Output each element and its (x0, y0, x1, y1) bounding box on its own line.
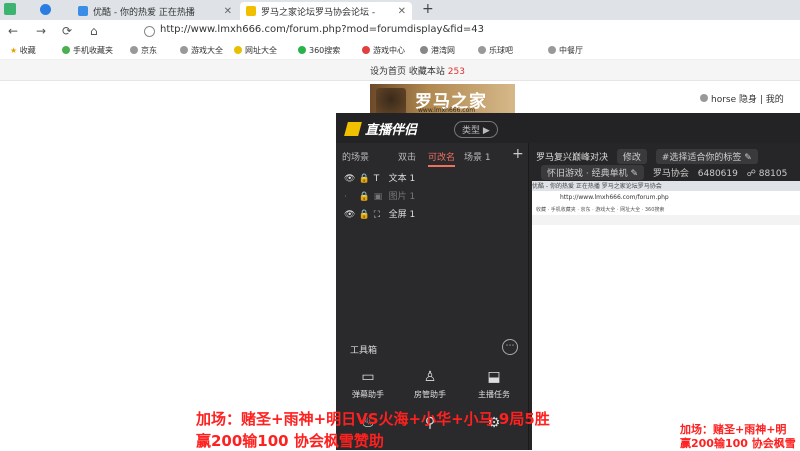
viewer-count: ☍ 88105 (746, 169, 788, 179)
bookmark-item[interactable]: 游戏大全 (180, 45, 223, 56)
preview-site-bar (532, 215, 800, 225)
overlay-caption-line1: 加场：赌圣+雨神+明日VS火海+小华+小马 9局5胜 (196, 410, 550, 428)
forward-button[interactable]: → (36, 24, 46, 38)
preview-bookmarks: 收藏 · 手机收藏夹 · 京东 · 游戏大全 · 网址大全 · 360搜索 (536, 207, 665, 213)
tab-renamable[interactable]: 可改名 (428, 150, 456, 167)
search-icon (298, 46, 306, 54)
room-admin-button[interactable]: ♙ 房管助手 (400, 369, 460, 400)
tab-forum[interactable]: 罗马之家论坛罗马协会论坛 - ✕ (240, 2, 412, 20)
user-menu[interactable]: horse 隐身 | 我的 (700, 92, 784, 105)
browser-tab-strip: 优酷 - 你的热爱 正在热播 ✕ 罗马之家论坛罗马协会论坛 - ✕ + (0, 0, 800, 20)
tab-double-click[interactable]: 双击 (398, 150, 416, 163)
lock-icon[interactable]: 🔒 (359, 210, 371, 220)
live-info-bar: 罗马复兴巅峰对决 修改 #选择适合你的标签 ✎ (536, 149, 758, 164)
site-top-bar: 设为首页 收藏本站 253 (0, 60, 800, 81)
bookmark-item[interactable]: 中餐厅 (548, 45, 583, 56)
game-icon (362, 46, 370, 54)
stream-preview[interactable]: 优酷 - 你的热爱 正在热播 罗马之家论坛罗马协会 http://www.lmx… (532, 181, 800, 450)
streaming-app-window: 直播伴侣 类型 ▶ 的场景 双击 可改名 场景 1 + 👁 🔒 T 文本 1 ·… (336, 113, 800, 450)
bookmarks-bar: ★ 收藏 手机收藏夹 京东 游戏大全 网址大全 360搜索 游戏中心 港湾网 乐… (0, 42, 800, 60)
bookmark-item[interactable]: 乐球吧 (478, 45, 513, 56)
tab-my-scenes[interactable]: 的场景 (342, 150, 369, 163)
tag-select-button[interactable]: #选择适合你的标签 ✎ (655, 149, 758, 164)
eye-icon[interactable]: 👁 (344, 210, 356, 220)
preview-url: http://www.lmxh666.com/forum.php (560, 194, 669, 201)
toolbox-label: 工具箱 (350, 346, 378, 356)
lock-icon[interactable]: 🔒 (359, 192, 371, 202)
nav-icon (234, 46, 242, 54)
app-logo: 直播伴侣 (344, 119, 417, 138)
home-button[interactable]: ⌂ (90, 24, 98, 38)
globe-icon (180, 46, 188, 54)
bookmark-item[interactable]: 港湾网 (420, 45, 455, 56)
close-tab-icon[interactable]: ✕ (398, 6, 406, 17)
streamer-task-button[interactable]: ⬓ 主播任务 (464, 369, 524, 400)
forum-icon (246, 6, 256, 16)
back-button[interactable]: ← (8, 24, 18, 38)
viewers-icon: ☍ (746, 169, 756, 179)
eye-off-icon[interactable]: · (344, 192, 356, 202)
bookmark-item[interactable]: 游戏中心 (362, 45, 405, 56)
overlay-caption-line2: 赢200输100 协会枫雪赞助 (196, 432, 384, 450)
bookmark-item[interactable]: 360搜索 (298, 45, 340, 56)
site-info-icon[interactable] (144, 26, 155, 37)
category-button[interactable]: 怀旧游戏 · 经典单机 ✎ (541, 165, 644, 180)
globe-icon (130, 46, 138, 54)
admin-icon: ♙ (423, 369, 437, 385)
club-name: 罗马协会 (652, 169, 689, 179)
logo-icon (344, 122, 362, 136)
source-text-1[interactable]: 👁 🔒 T 文本 1 (344, 171, 415, 184)
url-input[interactable]: http://www.lmxh666.com/forum.php?mod=for… (160, 24, 484, 35)
text-source-icon: T (373, 174, 380, 184)
scene-panel: 的场景 双击 可改名 场景 1 + 👁 🔒 T 文本 1 · 🔒 ▣ 图片 1 … (336, 143, 529, 450)
preview-tab-strip: 优酷 - 你的热爱 正在热播 罗马之家论坛罗马协会 (532, 181, 800, 191)
chat-icon: ▭ (361, 369, 375, 385)
eye-icon[interactable]: 👁 (344, 174, 356, 184)
tab-youku[interactable]: 优酷 - 你的热爱 正在热播 ✕ (72, 2, 238, 20)
browser-logo-icon[interactable] (4, 3, 16, 15)
bookmark-item[interactable]: 京东 (130, 45, 157, 56)
danmaku-helper-button[interactable]: ▭ 弹幕助手 (338, 369, 398, 400)
new-tab-button[interactable]: + (422, 1, 434, 17)
address-bar: ← → ⟳ ⌂ http://www.lmxh666.com/forum.php… (0, 20, 800, 43)
preview-caption-line2: 赢200输100 协会枫雪 (680, 437, 796, 450)
lock-icon[interactable]: 🔒 (359, 174, 371, 184)
site-links[interactable]: 设为首页 收藏本站 253 (370, 64, 465, 77)
screen-source-icon: ⛶ (373, 210, 381, 220)
star-icon: ★ (10, 46, 18, 55)
task-icon: ⬓ (487, 369, 501, 385)
youku-icon (78, 6, 88, 16)
tab-title: 罗马之家论坛罗马协会论坛 - (261, 7, 376, 18)
tab-scene-1[interactable]: 场景 1 (464, 150, 491, 163)
globe-icon (478, 46, 486, 54)
room-id: 6480619 (697, 169, 738, 179)
image-source-icon: ▣ (373, 192, 383, 202)
edit-title-button[interactable]: 修改 (616, 149, 647, 164)
browser-app-icon[interactable] (40, 4, 51, 15)
close-tab-icon[interactable]: ✕ (224, 6, 232, 17)
live-meta-bar: 怀旧游戏 · 经典单机 ✎ 罗马协会 6480619 ☍ 88105 (541, 165, 787, 180)
more-icon[interactable]: ⋯ (502, 339, 518, 355)
tab-title: 优酷 - 你的热爱 正在热播 (93, 7, 195, 18)
photo-icon (420, 46, 428, 54)
bookmark-item[interactable]: 网址大全 (234, 45, 277, 56)
globe-icon (548, 46, 556, 54)
source-fullscreen-1[interactable]: 👁 🔒 ⛶ 全屏 1 (344, 207, 415, 220)
bookmark-favorites[interactable]: ★ 收藏 (10, 45, 36, 56)
banner-knight-image (376, 88, 406, 116)
app-header: 直播伴侣 类型 ▶ (336, 113, 800, 143)
bookmark-item[interactable]: 手机收藏夹 (62, 45, 113, 56)
online-count: 253 (447, 67, 465, 77)
add-scene-button[interactable]: + (512, 146, 524, 162)
phone-icon (62, 46, 70, 54)
avatar (700, 94, 708, 102)
source-image-1[interactable]: · 🔒 ▣ 图片 1 (344, 189, 415, 202)
reload-button[interactable]: ⟳ (62, 24, 72, 38)
type-button[interactable]: 类型 ▶ (454, 121, 498, 138)
live-title: 罗马复兴巅峰对决 (536, 153, 609, 163)
